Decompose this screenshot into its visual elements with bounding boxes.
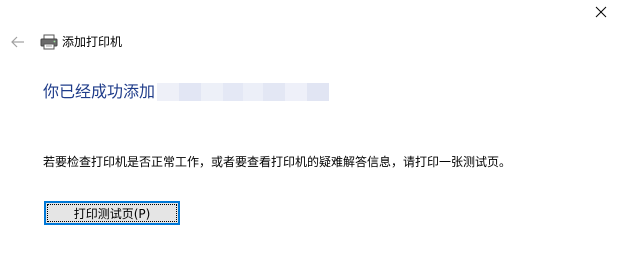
print-test-page-label: 打印测试页(P)	[47, 204, 177, 222]
redacted-printer-name	[157, 83, 330, 101]
close-icon	[595, 6, 607, 18]
add-printer-window: 添加打印机 你已经成功添加 若要检查打印机是否正常工作，或者要查看打印机的疑难解…	[0, 0, 624, 261]
close-button[interactable]	[578, 0, 624, 24]
back-button[interactable]	[8, 33, 28, 51]
printer-icon	[40, 34, 58, 50]
wizard-header: 添加打印机	[40, 33, 122, 51]
wizard-title: 添加打印机	[62, 35, 123, 49]
success-heading: 你已经成功添加	[43, 80, 330, 104]
success-heading-text: 你已经成功添加	[43, 82, 156, 101]
back-arrow-icon	[11, 36, 24, 48]
print-test-page-button[interactable]: 打印测试页(P)	[44, 201, 180, 225]
test-page-description: 若要检查打印机是否正常工作，或者要查看打印机的疑难解答信息，请打印一张测试页。	[43, 155, 512, 169]
